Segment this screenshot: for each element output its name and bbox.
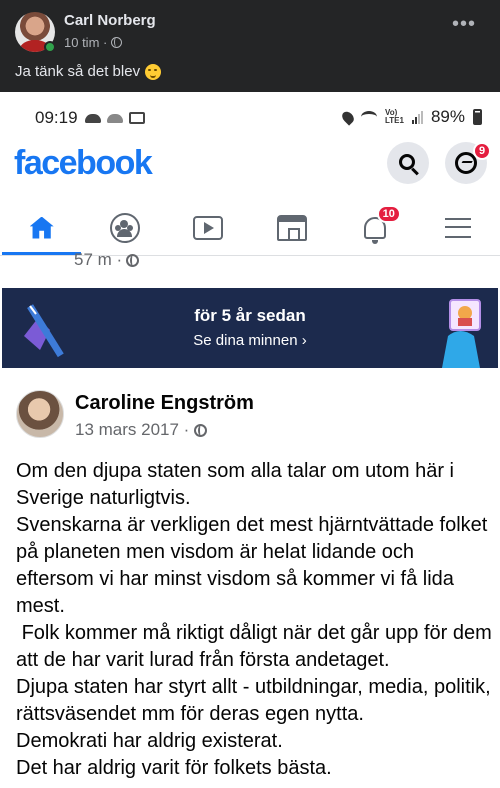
outer-post: Carl Norberg 10 tim · ••• Ja tänk så det…: [0, 0, 500, 92]
hand-phone-illustration: [442, 299, 481, 368]
main-nav-tabs: 10: [0, 200, 500, 256]
post-author-avatar[interactable]: [16, 390, 64, 438]
signal-icon: [411, 110, 423, 124]
lte-indicator: Vo) LTE1: [385, 108, 404, 125]
cloud-icon: [107, 114, 123, 123]
online-status-dot: [44, 41, 56, 53]
tab-marketplace[interactable]: [250, 200, 333, 255]
author-name[interactable]: Carl Norberg: [64, 12, 156, 29]
menu-icon: [445, 217, 472, 238]
globe-icon: [126, 253, 140, 267]
groups-icon: [109, 212, 140, 243]
post-caption: Ja tänk så det blev: [15, 63, 162, 80]
location-icon: [339, 108, 357, 126]
battery-icon: [473, 109, 482, 125]
memory-post: Caroline Engström 13 mars 2017 · Om den …: [0, 368, 500, 788]
home-icon: [29, 216, 54, 239]
facebook-header: facebook 9: [0, 142, 500, 192]
post-meta: 10 tim ·: [64, 35, 123, 50]
globe-icon: [111, 37, 123, 48]
post-time[interactable]: 10 tim ·: [64, 35, 107, 50]
search-button[interactable]: [387, 142, 429, 184]
facebook-logo[interactable]: facebook: [14, 144, 153, 183]
previous-post-time[interactable]: 57 m ·: [74, 250, 122, 270]
status-icons-left: [85, 110, 145, 124]
post-author-name[interactable]: Caroline Engström: [75, 392, 254, 415]
phone-status-bar: 09:19 Vo) LTE1 89%: [0, 92, 500, 142]
messenger-button[interactable]: 9: [445, 142, 491, 184]
post-date[interactable]: 13 mars 2017 ·: [75, 420, 189, 440]
previous-post-meta: 57 m ·: [74, 250, 140, 270]
tab-notifications[interactable]: 10: [333, 200, 416, 255]
tab-groups[interactable]: [83, 200, 166, 255]
search-icon: [398, 153, 415, 170]
memories-title: för 5 år sedan: [194, 306, 306, 325]
cloud-icon: [85, 114, 101, 123]
video-icon: [193, 215, 224, 240]
globe-icon: [194, 423, 208, 437]
status-icons-right: Vo) LTE1 89%: [339, 107, 482, 127]
wifi-icon: [361, 111, 377, 123]
memories-banner[interactable]: för 5 år sedan Se dina minnen ›: [2, 288, 498, 368]
more-options-icon[interactable]: •••: [452, 14, 476, 34]
post-body-text: Om den djupa staten som alla talar om ut…: [16, 460, 492, 779]
mail-icon: [129, 112, 145, 124]
caption-text: Ja tänk så det blev: [15, 63, 141, 80]
tab-watch[interactable]: [167, 200, 250, 255]
messenger-badge: 9: [473, 142, 491, 160]
see-memories-link[interactable]: Se dina minnen ›: [2, 332, 498, 349]
smirk-emoji-icon: [145, 63, 162, 80]
tab-menu[interactable]: [417, 200, 500, 255]
marketplace-icon: [276, 214, 307, 241]
post-meta: 13 mars 2017 ·: [75, 420, 208, 440]
status-time: 09:19: [35, 108, 78, 127]
notifications-badge: 10: [376, 205, 401, 223]
battery-percent: 89%: [430, 107, 465, 126]
tab-home[interactable]: [0, 200, 83, 255]
